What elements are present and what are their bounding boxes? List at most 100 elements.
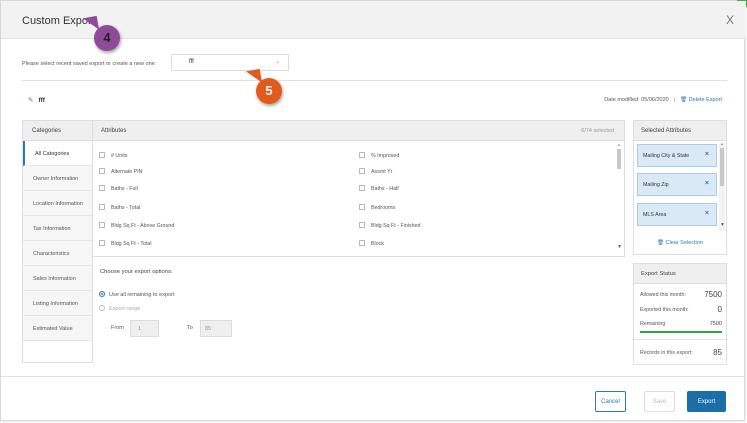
remaining-label: Remaining xyxy=(640,321,666,327)
checkbox[interactable] xyxy=(359,204,365,210)
attribute-checkbox[interactable]: Assmt Yr xyxy=(359,168,392,177)
scroll-down-icon[interactable]: ▼ xyxy=(720,222,725,228)
attribute-checkbox[interactable]: Baths - Half xyxy=(359,185,399,194)
categories-panel: Categories All Categories Owner Informat… xyxy=(22,120,93,363)
clear-selection-link[interactable]: 🗑 Clear Selection xyxy=(657,240,703,246)
selected-chip: Mailing Zip × xyxy=(637,173,717,196)
from-label: From xyxy=(111,325,124,331)
export-status-panel: Export Status Allowed this month: 7500 Ex… xyxy=(633,263,727,365)
callout-badge-4: 4 xyxy=(94,25,120,51)
selected-scrollbar[interactable]: ▲ ▼ xyxy=(719,141,725,231)
selected-chip: Mailing City & State × xyxy=(637,144,717,167)
selected-chip: MLS Area × xyxy=(637,203,717,226)
scroll-down-icon[interactable]: ▼ xyxy=(617,244,622,250)
attribute-label: Alternate PIN xyxy=(111,169,143,175)
chip-label: Mailing Zip xyxy=(643,182,669,188)
checkbox[interactable] xyxy=(359,185,365,191)
remaining-value: 7500 xyxy=(709,321,722,327)
allowed-label: Allowed this month: xyxy=(640,292,686,298)
remove-icon[interactable]: × xyxy=(705,210,709,217)
chip-label: MLS Area xyxy=(643,212,667,218)
attribute-label: Bldg Sq Ft - Total xyxy=(111,241,152,247)
category-listing[interactable]: Listing Information xyxy=(23,291,92,316)
checkbox[interactable] xyxy=(99,222,105,228)
category-characteristics[interactable]: Characteristics xyxy=(23,241,92,266)
checkbox[interactable] xyxy=(359,240,365,246)
use-all-label: Use all remaining to export xyxy=(109,292,175,298)
use-all-remaining-option[interactable]: Use all remaining to export xyxy=(99,291,174,298)
to-label: To xyxy=(187,325,193,331)
attribute-checkbox[interactable]: # Units xyxy=(99,152,128,161)
attributes-scrollbar[interactable]: ▲ ▼ xyxy=(616,142,622,253)
chevron-down-icon: ⌄ xyxy=(274,59,280,65)
category-all[interactable]: All Categories xyxy=(23,141,92,166)
remove-icon[interactable]: × xyxy=(705,151,709,158)
exported-value: 0 xyxy=(717,305,722,314)
attribute-checkbox[interactable]: % Improved xyxy=(359,152,399,161)
scroll-thumb[interactable] xyxy=(617,149,621,169)
allowed-row: Allowed this month: 7500 xyxy=(640,290,722,299)
attribute-checkbox[interactable]: Baths - Total xyxy=(99,204,140,213)
checkbox[interactable] xyxy=(359,168,365,174)
exported-row: Exported this month: 0 xyxy=(640,305,722,314)
attribute-checkbox[interactable]: Bedrooms xyxy=(359,204,395,213)
category-sales[interactable]: Sales Information xyxy=(23,266,92,291)
checkbox[interactable] xyxy=(99,152,105,158)
divider xyxy=(22,80,727,81)
radio-selected[interactable] xyxy=(99,291,105,297)
checkbox[interactable] xyxy=(99,240,105,246)
records-row: Records in this export: 85 xyxy=(640,348,722,357)
remaining-progress-bar xyxy=(640,331,722,333)
radio[interactable] xyxy=(99,305,105,311)
checkbox[interactable] xyxy=(359,222,365,228)
attribute-label: Baths - Half xyxy=(371,186,399,192)
scroll-thumb[interactable] xyxy=(720,148,724,186)
attribute-checkbox[interactable]: Bldg Sq Ft - Total xyxy=(99,240,152,249)
delete-export-link[interactable]: 🗑 Delete Export xyxy=(680,97,722,103)
export-options-title: Choose your export options: xyxy=(100,269,173,275)
export-range-option[interactable]: Export range xyxy=(99,305,141,312)
saved-export-value: fff xyxy=(189,59,194,65)
attribute-checkbox[interactable]: Bldg Sq Ft - Above Ground xyxy=(99,222,174,231)
date-modified: Date modified: 05/06/2020 xyxy=(604,97,669,103)
to-input[interactable]: 85 xyxy=(200,320,232,337)
checkbox[interactable] xyxy=(99,204,105,210)
clear-selection-label: Clear Selection xyxy=(665,240,703,246)
category-estimated-value[interactable]: Estimated Value xyxy=(23,316,92,341)
remove-icon[interactable]: × xyxy=(705,180,709,187)
from-input[interactable]: 1 xyxy=(130,320,159,337)
trash-icon: 🗑 xyxy=(680,97,688,103)
checkbox[interactable] xyxy=(99,168,105,174)
scroll-up-icon[interactable]: ▲ xyxy=(617,142,621,147)
attribute-checkbox[interactable]: Block xyxy=(359,240,384,249)
export-name[interactable]: ✎ fff xyxy=(28,96,45,104)
records-value: 85 xyxy=(713,348,722,357)
attribute-label: Bedrooms xyxy=(371,205,396,211)
divider xyxy=(634,339,726,340)
attributes-panel: Attributes 6/74 selected # Units Alterna… xyxy=(93,120,625,257)
cancel-button[interactable]: Cancel xyxy=(595,391,626,412)
export-status-header: Export Status xyxy=(634,264,726,284)
attribute-label: Baths - Total xyxy=(111,205,141,211)
allowed-value: 7500 xyxy=(704,290,722,299)
attribute-checkbox[interactable]: Alternate PIN xyxy=(99,168,143,177)
export-button[interactable]: Export xyxy=(687,391,726,412)
attribute-label: % Improved xyxy=(371,153,400,159)
close-icon[interactable]: X xyxy=(726,13,734,27)
attribute-checkbox[interactable]: Bldg Sq Ft - Finished xyxy=(359,222,420,231)
custom-export-dialog: Custom Export X Please select recent sav… xyxy=(0,0,747,421)
scroll-up-icon[interactable]: ▲ xyxy=(720,141,724,146)
saved-export-dropdown[interactable]: fff ⌄ xyxy=(171,54,289,71)
category-tax[interactable]: Tax Information xyxy=(23,216,92,241)
checkbox[interactable] xyxy=(359,152,365,158)
selected-attributes-header: Selected Attributes xyxy=(634,121,726,141)
pencil-icon[interactable]: ✎ xyxy=(28,97,33,104)
records-label: Records in this export: xyxy=(640,350,693,356)
category-location[interactable]: Location Information xyxy=(23,191,92,216)
category-owner[interactable]: Owner Information xyxy=(23,166,92,191)
save-button[interactable]: Save xyxy=(644,391,675,412)
attribute-checkbox[interactable]: Baths - Full xyxy=(99,185,138,194)
delete-export-label: Delete Export xyxy=(688,97,722,103)
checkbox[interactable] xyxy=(99,185,105,191)
meta-separator: | xyxy=(673,97,676,103)
